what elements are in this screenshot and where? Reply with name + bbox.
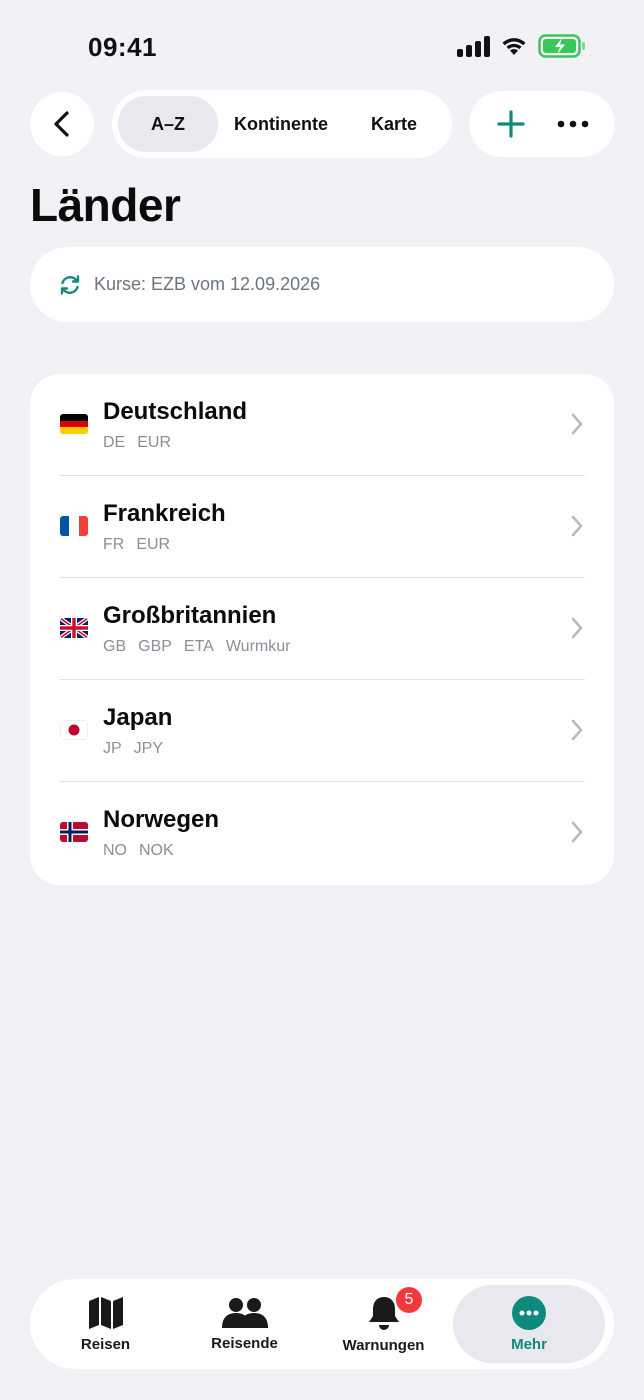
country-row-norwegen[interactable]: Norwegen NO NOK bbox=[30, 782, 614, 884]
toolbar-actions bbox=[469, 91, 615, 157]
tab-bar: Reisen Reisende 5 Warnungen Mehr bbox=[30, 1279, 614, 1369]
segment-a-z[interactable]: A–Z bbox=[118, 96, 218, 152]
chevron-right-icon bbox=[571, 617, 583, 639]
battery-charging-icon bbox=[538, 34, 585, 58]
chevron-right-icon bbox=[571, 515, 583, 537]
add-button[interactable] bbox=[487, 100, 535, 148]
country-list: Deutschland DE EUR Frankreich FR EUR Gro… bbox=[30, 374, 614, 885]
flag-jp-icon bbox=[60, 720, 88, 740]
chevron-left-icon bbox=[54, 111, 69, 137]
cellular-signal-icon bbox=[457, 35, 490, 57]
country-row-deutschland[interactable]: Deutschland DE EUR bbox=[30, 374, 614, 476]
flag-gb-icon bbox=[60, 618, 88, 638]
currency-code: EUR bbox=[137, 434, 172, 451]
status-bar: 09:41 bbox=[0, 0, 644, 90]
country-name: Japan bbox=[103, 704, 173, 731]
tab-reisen[interactable]: Reisen bbox=[36, 1285, 175, 1363]
country-name: Deutschland bbox=[103, 398, 248, 425]
country-row-japan[interactable]: Japan JP JPY bbox=[30, 680, 614, 782]
requirement-tag: Wurmkur bbox=[225, 638, 291, 655]
refresh-icon bbox=[60, 274, 80, 295]
status-time: 09:41 bbox=[88, 32, 157, 62]
people-icon bbox=[221, 1297, 268, 1328]
more-button[interactable] bbox=[549, 100, 597, 148]
currency-code: NOK bbox=[139, 842, 174, 859]
country-tags: DE EUR bbox=[103, 434, 171, 452]
exchange-rates-info[interactable]: Kurse: EZB vom 12.09.2026 bbox=[30, 247, 614, 322]
tab-mehr[interactable]: Mehr bbox=[453, 1285, 605, 1363]
chevron-right-icon bbox=[571, 719, 583, 741]
tab-label: Warnungen bbox=[342, 1336, 425, 1354]
currency-code: GBP bbox=[138, 638, 172, 655]
back-button[interactable] bbox=[30, 92, 94, 156]
country-code: DE bbox=[103, 434, 126, 451]
exchange-rates-text: Kurse: EZB vom 12.09.2026 bbox=[94, 274, 321, 294]
view-segmented-control: A–Z Kontinente Karte bbox=[112, 90, 452, 158]
segment-kontinente[interactable]: Kontinente bbox=[218, 96, 344, 152]
tab-label: Reisen bbox=[80, 1335, 131, 1353]
country-code: JP bbox=[103, 740, 122, 757]
country-row-frankreich[interactable]: Frankreich FR EUR bbox=[30, 476, 614, 578]
flag-fr-icon bbox=[60, 516, 88, 536]
requirement-tag: ETA bbox=[183, 638, 214, 655]
tab-reisende[interactable]: Reisende bbox=[175, 1285, 314, 1363]
plus-icon bbox=[497, 110, 525, 138]
country-code: GB bbox=[103, 638, 127, 655]
tab-label: Reisende bbox=[211, 1334, 278, 1352]
flag-de-icon bbox=[60, 414, 88, 434]
status-icons bbox=[457, 34, 586, 58]
country-name: Großbritannien bbox=[103, 602, 277, 629]
country-name: Frankreich bbox=[103, 500, 226, 527]
page-title: Länder bbox=[30, 179, 181, 231]
tab-label: Mehr bbox=[511, 1335, 547, 1353]
flag-no-icon bbox=[60, 822, 88, 842]
more-circle-icon bbox=[512, 1295, 546, 1330]
country-tags: FR EUR bbox=[103, 536, 170, 554]
ellipsis-icon bbox=[557, 120, 589, 128]
country-tags: JP JPY bbox=[103, 740, 163, 758]
chevron-right-icon bbox=[571, 821, 583, 843]
country-code: FR bbox=[103, 536, 125, 553]
country-tags: GB GBP ETA Wurmkur bbox=[103, 638, 290, 656]
country-name: Norwegen bbox=[103, 806, 220, 833]
country-row-grossbritannien[interactable]: Großbritannien GB GBP ETA Wurmkur bbox=[30, 578, 614, 680]
country-tags: NO NOK bbox=[103, 842, 174, 860]
country-code: NO bbox=[103, 842, 127, 859]
wifi-icon bbox=[502, 38, 526, 55]
chevron-right-icon bbox=[571, 413, 583, 435]
currency-code: EUR bbox=[136, 536, 171, 553]
currency-code: JPY bbox=[133, 740, 164, 757]
tab-warnungen[interactable]: 5 Warnungen bbox=[314, 1285, 453, 1363]
map-icon bbox=[88, 1296, 123, 1329]
segment-karte[interactable]: Karte bbox=[344, 96, 444, 152]
notification-badge: 5 bbox=[396, 1287, 422, 1313]
